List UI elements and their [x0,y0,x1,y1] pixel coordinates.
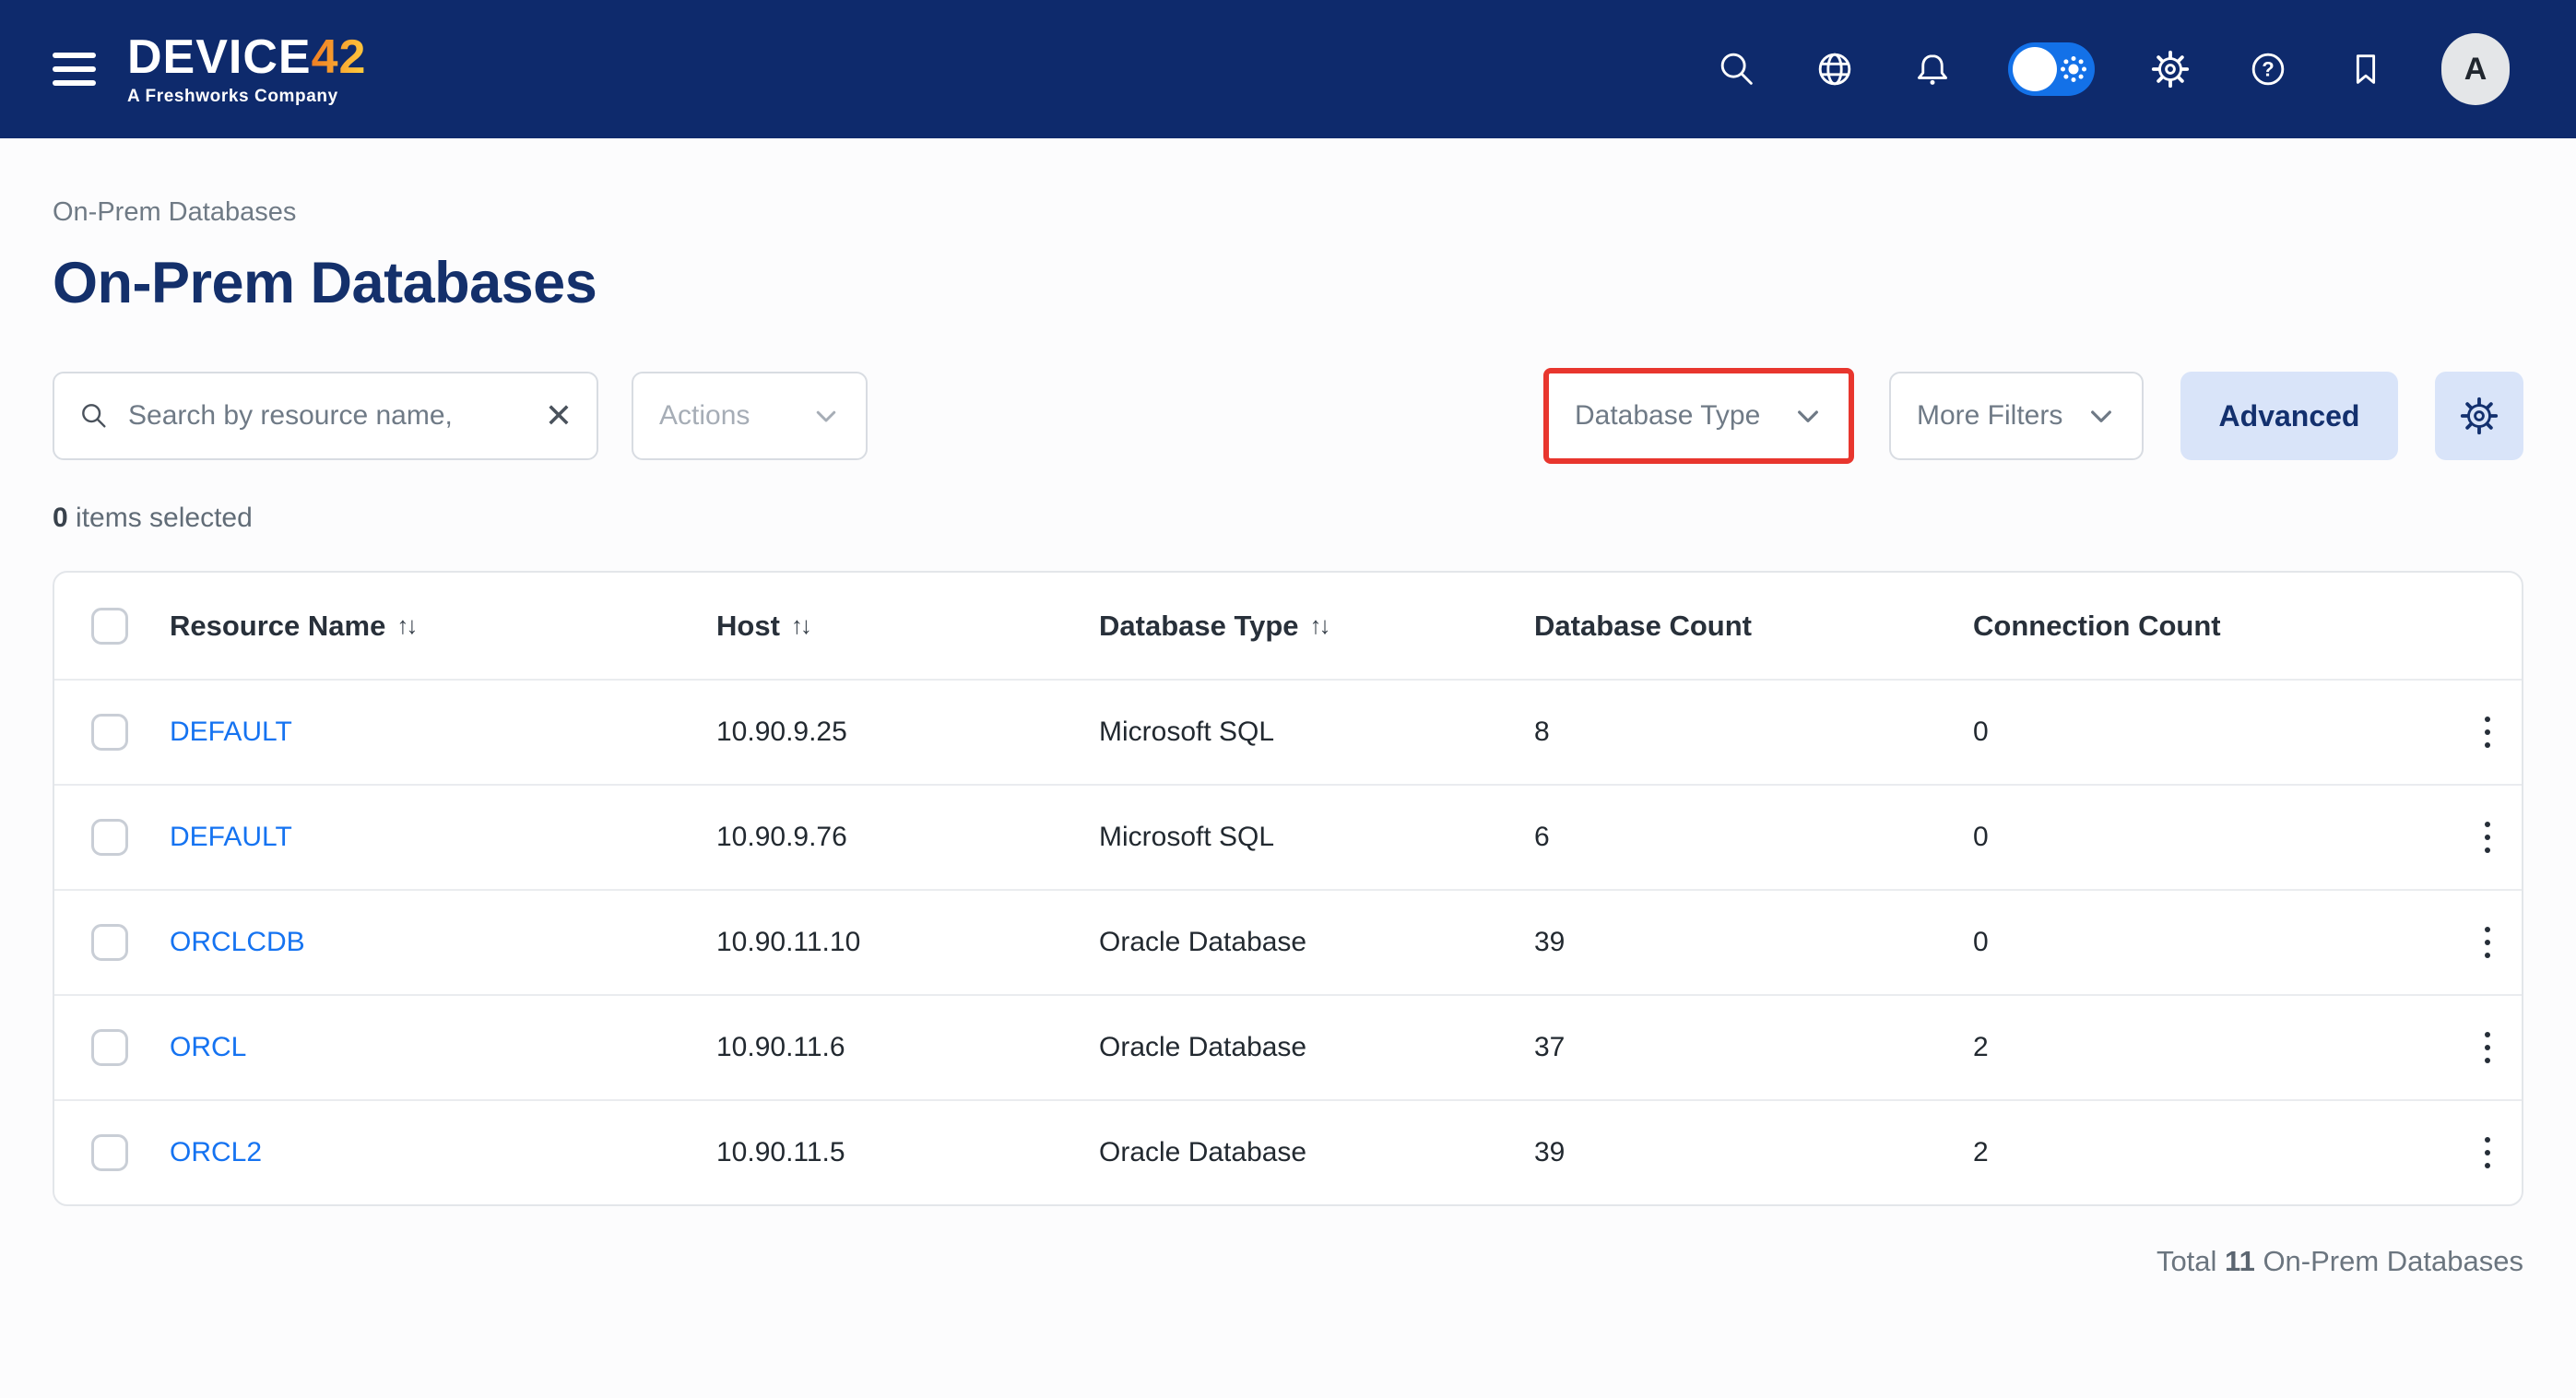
host-cell: 10.90.11.6 [716,1032,1099,1063]
top-navbar: DEVICE42 A Freshworks Company [0,0,2576,138]
database-type-cell: Microsoft SQL [1099,717,1534,748]
database-count-cell: 39 [1534,1137,1973,1168]
resource-name-link[interactable]: ORCLCDB [170,927,716,958]
theme-toggle[interactable] [2008,42,2095,96]
column-header-database-type[interactable]: Database Type↑↓ [1099,610,1534,643]
resource-name-link[interactable]: DEFAULT [170,717,716,748]
brand-logo[interactable]: DEVICE42 A Freshworks Company [127,33,366,105]
host-cell: 10.90.9.25 [716,717,1099,748]
table-header-row: Resource Name↑↓ Host↑↓ Database Type↑↓ D… [54,573,2522,679]
chevron-down-icon [812,402,840,430]
advanced-label: Advanced [2219,399,2360,433]
page-title: On-Prem Databases [53,250,2523,316]
row-checkbox[interactable] [91,924,128,961]
row-checkbox[interactable] [91,819,128,856]
globe-icon[interactable] [1813,47,1857,91]
table-row: DEFAULT 10.90.9.76 Microsoft SQL 6 0 [54,784,2522,889]
bookmark-icon[interactable] [2344,47,2388,91]
database-type-highlight-box: Database Type [1543,368,1854,464]
search-box: ✕ [53,372,598,460]
toolbar: ✕ Actions Database Type More Filters [53,368,2523,464]
row-actions-menu[interactable] [2476,816,2499,859]
main-content: On-Prem Databases On-Prem Databases ✕ Ac… [0,197,2576,1278]
database-count-cell: 39 [1534,927,1973,958]
sun-icon [2058,53,2089,85]
database-count-cell: 8 [1534,717,1973,748]
advanced-button[interactable]: Advanced [2180,372,2398,460]
more-filters-dropdown[interactable]: More Filters [1889,372,2144,460]
connection-count-cell: 0 [1973,822,2435,853]
avatar[interactable]: A [2441,33,2510,105]
database-type-label: Database Type [1575,400,1760,432]
more-filters-label: More Filters [1917,400,2062,432]
column-header-connection-count: Connection Count [1973,610,2435,643]
brand-tagline: A Freshworks Company [127,88,366,105]
selection-label: items selected [68,503,253,533]
row-actions-menu[interactable] [2476,921,2499,964]
clear-search-icon[interactable]: ✕ [536,399,573,432]
row-checkbox[interactable] [91,714,128,751]
hamburger-menu-icon[interactable] [53,53,96,86]
navbar-icon-group: ? A [1715,33,2510,105]
sort-icon[interactable]: ↑↓ [1310,611,1329,640]
resource-name-link[interactable]: ORCL2 [170,1137,716,1168]
connection-count-cell: 0 [1973,717,2435,748]
row-checkbox[interactable] [91,1134,128,1171]
help-icon[interactable]: ? [2246,47,2290,91]
host-cell: 10.90.11.10 [716,927,1099,958]
host-cell: 10.90.11.5 [716,1137,1099,1168]
table-row: DEFAULT 10.90.9.25 Microsoft SQL 8 0 [54,679,2522,784]
selection-count: 0 [53,503,68,533]
total-count: 11 [2225,1245,2255,1277]
row-checkbox[interactable] [91,1029,128,1066]
brand-42: 42 [312,30,367,84]
table-total: Total 11 On-Prem Databases [53,1245,2523,1278]
actions-dropdown[interactable]: Actions [632,372,868,460]
database-type-cell: Microsoft SQL [1099,822,1534,853]
sort-icon[interactable]: ↑↓ [791,611,809,640]
breadcrumb[interactable]: On-Prem Databases [53,197,2523,228]
actions-label: Actions [659,400,750,432]
table-row: ORCLCDB 10.90.11.10 Oracle Database 39 0 [54,889,2522,994]
database-count-cell: 37 [1534,1032,1973,1063]
column-header-database-count: Database Count [1534,610,1973,643]
table-settings-button[interactable] [2435,372,2523,460]
row-actions-menu[interactable] [2476,1131,2499,1174]
chevron-down-icon [1793,401,1823,431]
search-input[interactable] [128,400,536,432]
column-header-resource-name[interactable]: Resource Name↑↓ [170,610,716,643]
column-header-host[interactable]: Host↑↓ [716,610,1099,643]
row-actions-menu[interactable] [2476,1026,2499,1069]
connection-count-cell: 0 [1973,927,2435,958]
database-count-cell: 6 [1534,822,1973,853]
sort-icon[interactable]: ↑↓ [396,611,415,640]
table-row: ORCL 10.90.11.6 Oracle Database 37 2 [54,994,2522,1099]
row-actions-menu[interactable] [2476,711,2499,753]
brand-name: DEVICE [127,30,312,84]
filter-group: Database Type More Filters Advanced [1543,368,2523,464]
chevron-down-icon [2086,401,2116,431]
database-type-cell: Oracle Database [1099,1137,1534,1168]
search-input-icon [78,400,110,432]
selection-summary: 0 items selected [53,503,2523,534]
resource-name-link[interactable]: ORCL [170,1032,716,1063]
search-icon[interactable] [1715,47,1759,91]
select-all-checkbox[interactable] [91,608,128,645]
database-type-cell: Oracle Database [1099,927,1534,958]
table-row: ORCL2 10.90.11.5 Oracle Database 39 2 [54,1099,2522,1204]
avatar-initial: A [2464,52,2487,88]
database-type-cell: Oracle Database [1099,1032,1534,1063]
resource-name-link[interactable]: DEFAULT [170,822,716,853]
notifications-bell-icon[interactable] [1910,47,1955,91]
toggle-knob [2013,47,2057,91]
databases-table: Resource Name↑↓ Host↑↓ Database Type↑↓ D… [53,571,2523,1206]
gear-icon[interactable] [2148,47,2192,91]
gear-icon [2458,395,2500,437]
host-cell: 10.90.9.76 [716,822,1099,853]
svg-text:?: ? [2262,58,2274,81]
database-type-dropdown[interactable]: Database Type [1549,373,1849,458]
brand-wordmark: DEVICE42 [127,33,366,81]
connection-count-cell: 2 [1973,1032,2435,1063]
connection-count-cell: 2 [1973,1137,2435,1168]
